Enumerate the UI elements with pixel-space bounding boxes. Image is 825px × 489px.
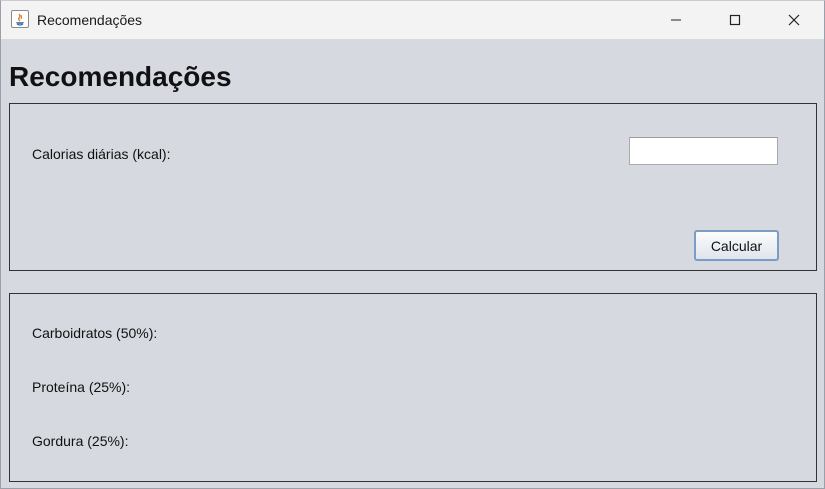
calories-input-panel: Calorias diárias (kcal): Calcular	[9, 103, 817, 271]
title-bar[interactable]: Recomendações	[1, 1, 824, 39]
window-title: Recomendações	[37, 12, 143, 28]
calories-label: Calorias diárias (kcal):	[32, 146, 171, 162]
maximize-icon	[729, 14, 741, 26]
protein-label: Proteína (25%):	[32, 379, 131, 395]
minimize-icon	[671, 19, 681, 21]
calories-input[interactable]	[629, 137, 778, 165]
calculate-button[interactable]: Calcular	[694, 230, 779, 261]
minimize-button[interactable]	[653, 1, 699, 39]
close-button[interactable]	[771, 1, 817, 39]
close-icon	[788, 14, 800, 26]
fat-label: Gordura (25%):	[32, 433, 129, 449]
results-panel: Carboidratos (50%): Proteína (25%): Gord…	[9, 293, 817, 482]
maximize-button[interactable]	[712, 1, 758, 39]
page-title: Recomendações	[9, 61, 232, 92]
java-app-icon	[11, 10, 29, 28]
app-window: Recomendações Recomendações Calorias diá…	[0, 0, 825, 489]
carbs-label: Carboidratos (50%):	[32, 325, 158, 341]
